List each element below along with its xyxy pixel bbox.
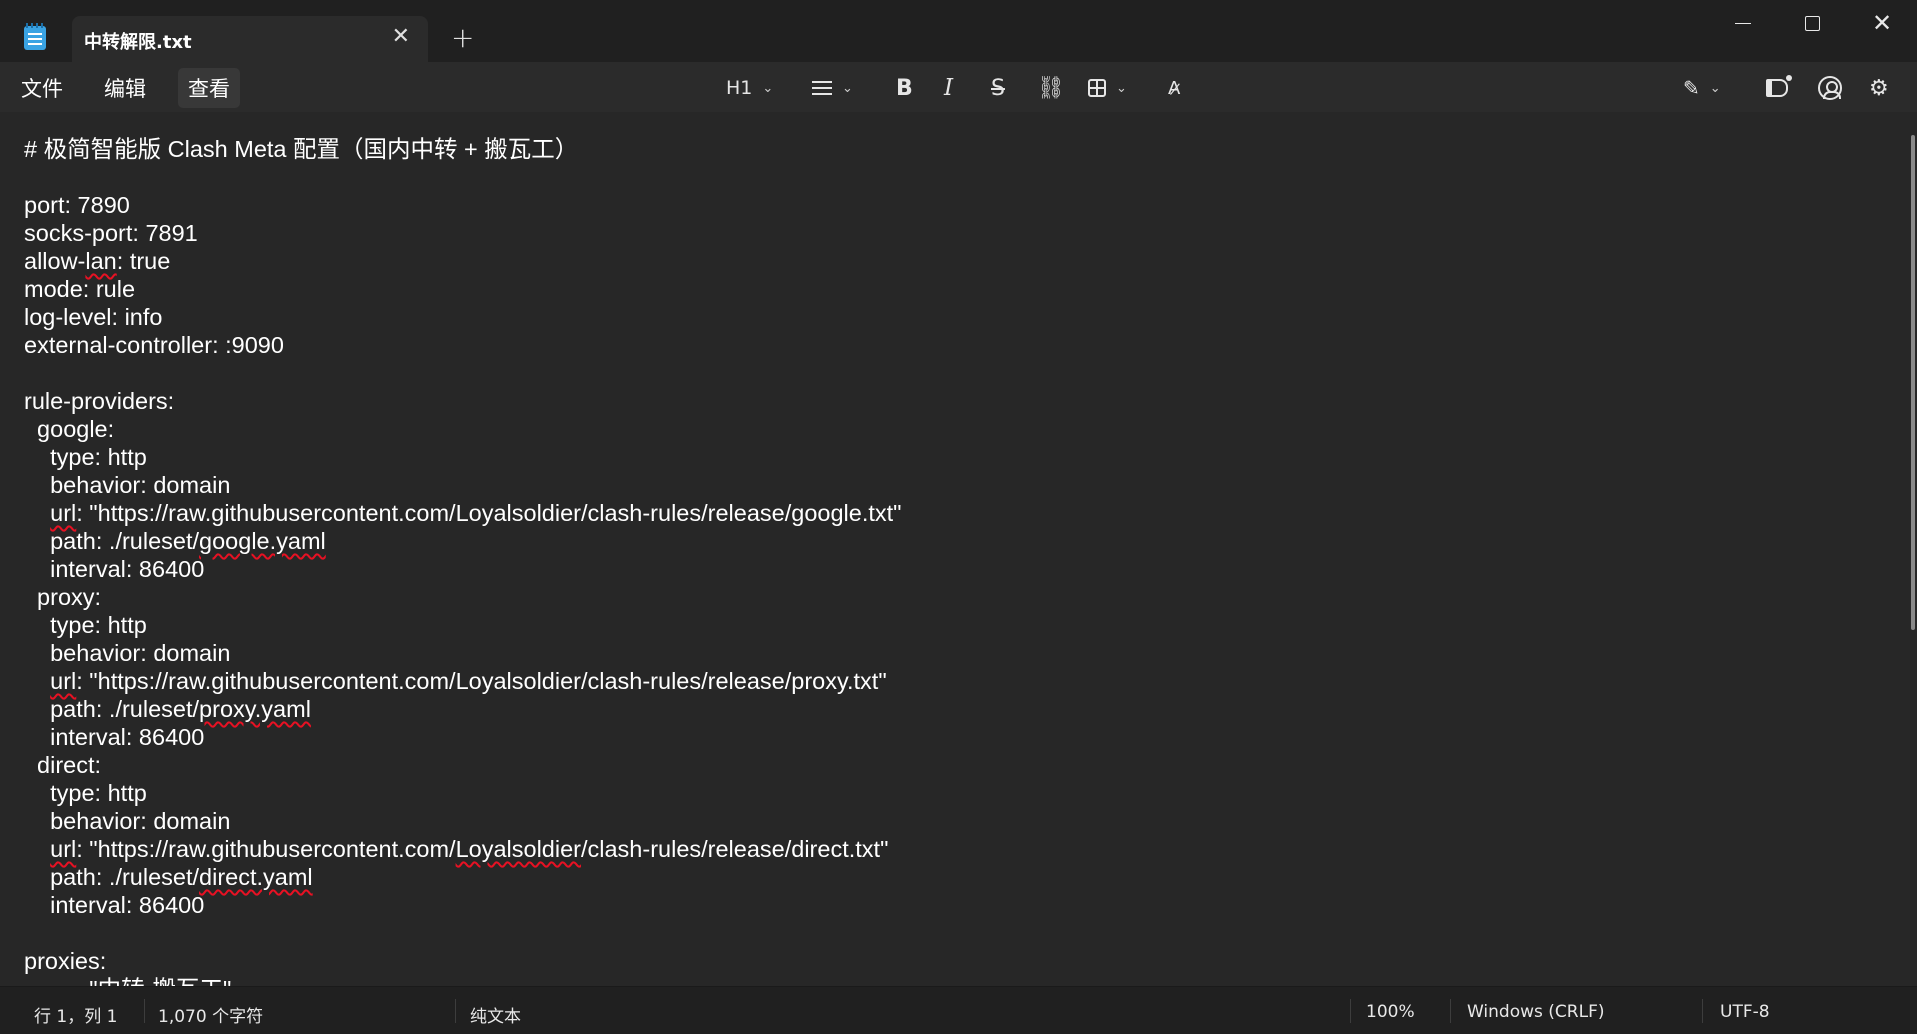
table-icon bbox=[1088, 79, 1106, 97]
clear-formatting-button[interactable]: A̷ bbox=[1168, 74, 1180, 102]
status-bar: 行 1，列 1 1,070 个字符 纯文本 100% Windows (CRLF… bbox=[0, 986, 1917, 1034]
editor-line[interactable]: port: 7890 bbox=[24, 191, 902, 219]
editor-line[interactable]: behavior: domain bbox=[24, 807, 902, 835]
account-icon bbox=[1818, 76, 1842, 100]
editor-line[interactable]: behavior: domain bbox=[24, 639, 902, 667]
editor-line[interactable]: url: "https://raw.githubusercontent.com/… bbox=[24, 667, 902, 695]
editor-line[interactable]: allow-lan: true bbox=[24, 247, 902, 275]
bulleted-list-icon bbox=[812, 81, 832, 95]
menu-view[interactable]: 查看 bbox=[178, 68, 240, 108]
new-tab-button[interactable]: + bbox=[451, 24, 474, 52]
editor-line[interactable]: ​ bbox=[24, 359, 902, 387]
editor-line[interactable]: type: http bbox=[24, 611, 902, 639]
tab-title: 中转解限.txt bbox=[84, 32, 192, 53]
chevron-down-icon: ⌄ bbox=[1709, 80, 1721, 96]
link-button[interactable]: ⛓ bbox=[1037, 74, 1065, 102]
editor-line[interactable]: ​ bbox=[24, 163, 902, 191]
editor-line[interactable]: behavior: domain bbox=[24, 471, 902, 499]
editor-line[interactable]: proxies: bbox=[24, 947, 902, 975]
heading-dropdown[interactable]: H1 ⌄ bbox=[726, 74, 773, 102]
encoding[interactable]: UTF-8 bbox=[1720, 1002, 1770, 1022]
cursor-position: 行 1，列 1 bbox=[34, 1007, 118, 1027]
text-format[interactable]: 纯文本 bbox=[470, 1002, 521, 1027]
whats-new-button[interactable] bbox=[1766, 74, 1792, 102]
editor-line[interactable]: mode: rule bbox=[24, 275, 902, 303]
editor-line[interactable]: proxy: bbox=[24, 583, 902, 611]
editor-line[interactable]: url: "https://raw.githubusercontent.com/… bbox=[24, 835, 902, 863]
editor-line[interactable]: interval: 86400 bbox=[24, 723, 902, 751]
editor-line[interactable]: interval: 86400 bbox=[24, 891, 902, 919]
link-icon: ⛓ bbox=[1037, 75, 1065, 101]
status-divider bbox=[1702, 999, 1703, 1023]
editor-text[interactable]: # 极简智能版 Clash Meta 配置（国内中转 + 搬瓦工）​port: … bbox=[24, 135, 902, 986]
editor-line[interactable]: path: ./ruleset/google.yaml bbox=[24, 527, 902, 555]
heading-label: H1 bbox=[726, 77, 753, 99]
strikethrough-button[interactable]: S bbox=[991, 74, 1005, 102]
editor-line[interactable]: "中转-搬瓦工" bbox=[24, 975, 902, 986]
status-divider bbox=[455, 999, 456, 1023]
table-dropdown[interactable]: ⌄ bbox=[1088, 74, 1127, 102]
title-bar: 中转解限.txt ✕ + ✕ bbox=[0, 0, 1917, 62]
editor-line[interactable]: type: http bbox=[24, 779, 902, 807]
editor-line[interactable]: url: "https://raw.githubusercontent.com/… bbox=[24, 499, 901, 527]
status-divider bbox=[1450, 999, 1451, 1023]
editor-line[interactable]: rule-providers: bbox=[24, 387, 902, 415]
chevron-down-icon: ⌄ bbox=[1116, 80, 1127, 96]
copilot-dropdown[interactable]: ✎ ⌄ bbox=[1683, 74, 1721, 102]
tab-current-file[interactable]: 中转解限.txt ✕ bbox=[72, 16, 428, 62]
menu-file[interactable]: 文件 bbox=[11, 68, 73, 108]
tab-close-icon[interactable]: ✕ bbox=[392, 26, 410, 48]
notepad-app-icon bbox=[24, 23, 46, 50]
maximize-button[interactable] bbox=[1792, 8, 1832, 38]
editor-line[interactable]: external-controller: :9090 bbox=[24, 331, 902, 359]
list-dropdown[interactable]: ⌄ bbox=[812, 74, 853, 102]
editor-line[interactable]: google: bbox=[24, 415, 902, 443]
maximize-icon bbox=[1804, 15, 1820, 31]
minimize-icon bbox=[1735, 22, 1751, 24]
editor-line[interactable]: socks-port: 7891 bbox=[24, 219, 902, 247]
copilot-pen-icon: ✎ bbox=[1683, 76, 1700, 100]
line-ending[interactable]: Windows (CRLF) bbox=[1467, 1002, 1605, 1022]
notepad-window: 中转解限.txt ✕ + ✕ 文件 编辑 查看 H1 ⌄ ⌄ B I S ⛓ ⌄ bbox=[0, 0, 1917, 1034]
editor-line[interactable]: # 极简智能版 Clash Meta 配置（国内中转 + 搬瓦工） bbox=[24, 135, 902, 163]
gear-icon: ⚙ bbox=[1869, 75, 1889, 101]
clear-formatting-icon: A̷ bbox=[1168, 77, 1181, 99]
menu-toolbar: 文件 编辑 查看 H1 ⌄ ⌄ B I S ⛓ ⌄ A̷ ✎ ⌄ ⚙ bbox=[0, 62, 1917, 112]
editor-line[interactable]: ​ bbox=[24, 919, 902, 947]
character-count: 1,070 个字符 bbox=[158, 1007, 264, 1027]
editor-line[interactable]: type: http bbox=[24, 443, 902, 471]
editor-line[interactable]: log-level: info bbox=[24, 303, 902, 331]
editor-line[interactable]: path: ./ruleset/direct.yaml bbox=[24, 863, 902, 891]
zoom-level[interactable]: 100% bbox=[1366, 1002, 1415, 1022]
chevron-down-icon: ⌄ bbox=[762, 80, 774, 96]
editor-line[interactable]: path: ./ruleset/proxy.yaml bbox=[24, 695, 902, 723]
account-button[interactable] bbox=[1818, 74, 1842, 102]
chevron-down-icon: ⌄ bbox=[842, 80, 853, 96]
menu-edit[interactable]: 编辑 bbox=[94, 68, 156, 108]
bold-button[interactable]: B bbox=[896, 74, 913, 102]
close-window-button[interactable]: ✕ bbox=[1862, 8, 1902, 38]
megaphone-icon bbox=[1766, 75, 1792, 97]
notification-dot bbox=[1786, 75, 1792, 81]
editor-line[interactable]: interval: 86400 bbox=[24, 555, 902, 583]
settings-button[interactable]: ⚙ bbox=[1869, 74, 1889, 102]
minimize-button[interactable] bbox=[1723, 8, 1763, 38]
vertical-scrollbar[interactable] bbox=[1911, 135, 1915, 630]
status-divider bbox=[1350, 999, 1351, 1023]
text-editor[interactable]: # 极简智能版 Clash Meta 配置（国内中转 + 搬瓦工）​port: … bbox=[0, 112, 1905, 986]
status-divider bbox=[144, 999, 145, 1023]
editor-line[interactable]: direct: bbox=[24, 751, 902, 779]
italic-button[interactable]: I bbox=[944, 74, 953, 102]
